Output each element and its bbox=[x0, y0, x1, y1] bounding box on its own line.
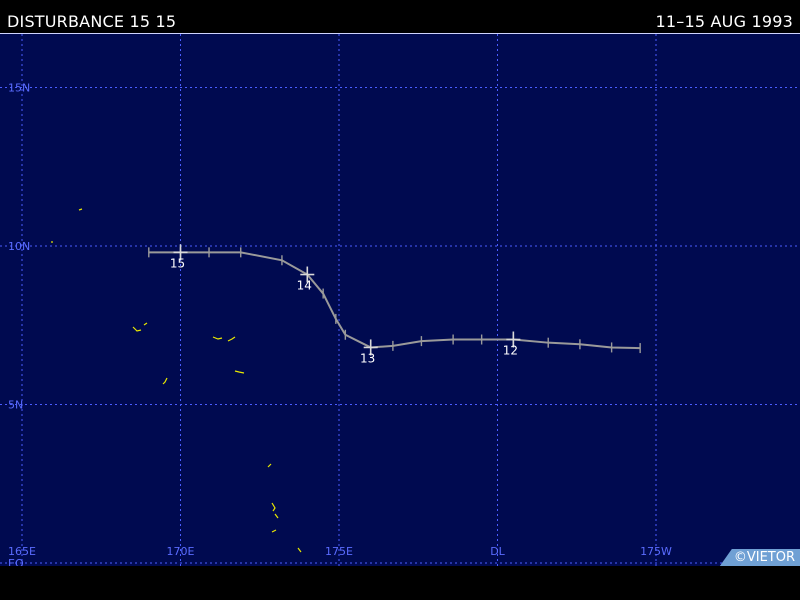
island-shape bbox=[78, 208, 83, 211]
day-marker-label: 14 bbox=[297, 279, 312, 293]
island-shape bbox=[267, 463, 272, 468]
parallel-label: 5N bbox=[8, 399, 23, 412]
copyright-badge: ©VIETOR bbox=[719, 549, 800, 566]
island-shape bbox=[297, 547, 302, 553]
island-shape bbox=[212, 336, 236, 342]
header-bar: DISTURBANCE 15 15 11–15 AUG 1993 bbox=[0, 0, 800, 33]
map-canvas: 165E 170E 175E DL 175WEQ5N10N15N12131415 bbox=[0, 34, 800, 567]
parallel-label: 15N bbox=[8, 82, 30, 95]
island-shape bbox=[271, 529, 277, 533]
meridian-label: 175E bbox=[325, 545, 353, 558]
date-range: 11–15 AUG 1993 bbox=[655, 12, 793, 31]
day-marker-label: 12 bbox=[503, 344, 518, 358]
island-shape bbox=[132, 322, 148, 332]
parallel-label: 10N bbox=[8, 240, 30, 253]
island-shape bbox=[162, 377, 168, 385]
storm-title: DISTURBANCE 15 15 bbox=[7, 12, 177, 31]
footer-bar bbox=[0, 566, 800, 600]
meridian-label: 175W bbox=[640, 545, 672, 558]
day-marker-label: 13 bbox=[360, 351, 375, 365]
storm-track-line bbox=[148, 251, 641, 350]
meridian-label: 170E bbox=[167, 545, 195, 558]
island-shape bbox=[234, 370, 245, 374]
track-map[interactable]: 165E 170E 175E DL 175W EQ 5N 10N 15N 12 13 14 15 bbox=[0, 33, 800, 567]
island-shape bbox=[271, 502, 279, 519]
day-marker-label: 15 bbox=[170, 256, 185, 270]
meridian-label: DL bbox=[490, 545, 505, 558]
